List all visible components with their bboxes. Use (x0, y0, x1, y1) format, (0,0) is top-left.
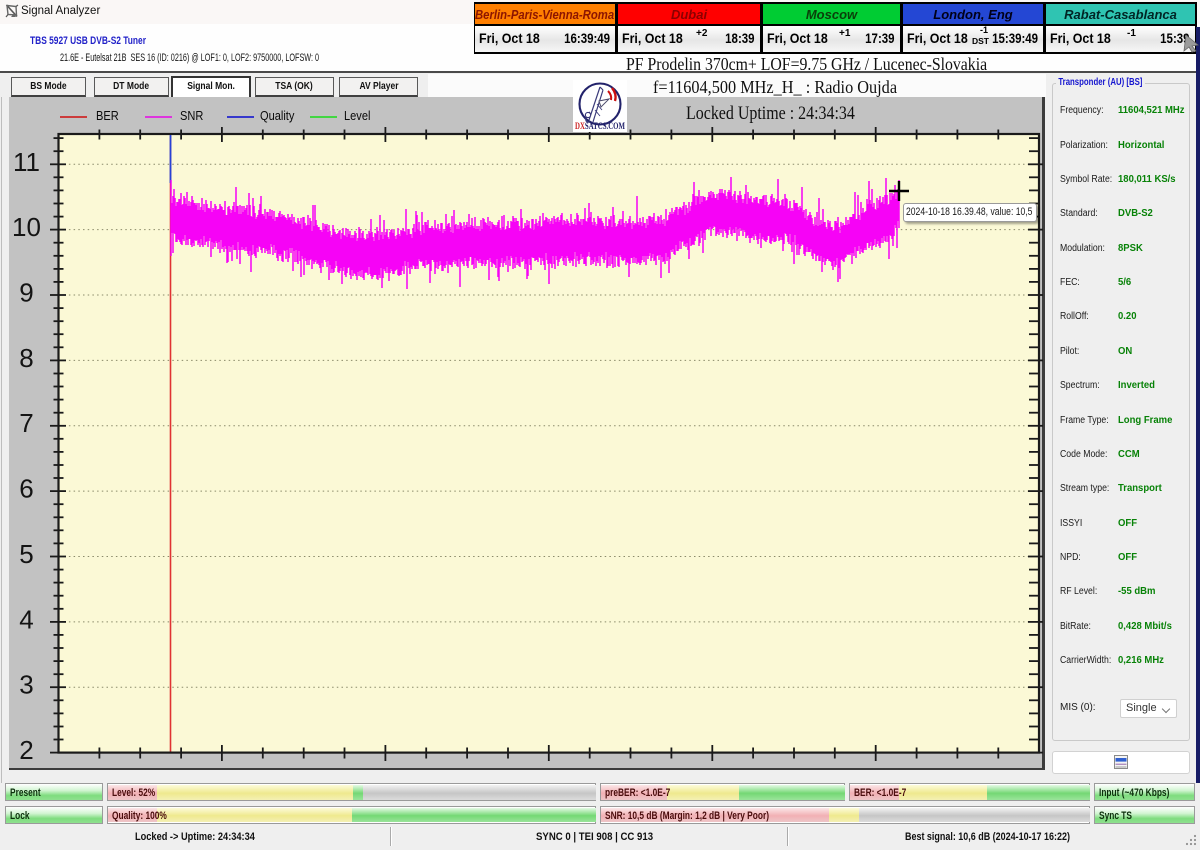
svg-text:3: 3 (19, 670, 33, 700)
svg-text:DXSATCS.COM: DXSATCS.COM (575, 122, 625, 132)
svg-text:8: 8 (19, 343, 33, 373)
svg-text:6: 6 (19, 474, 33, 504)
svg-text:10: 10 (12, 212, 41, 242)
svg-text:7: 7 (19, 408, 33, 438)
svg-text:4: 4 (19, 604, 33, 634)
svg-text:5: 5 (19, 539, 33, 569)
svg-text:2: 2 (19, 735, 33, 765)
svg-text:9: 9 (19, 278, 33, 308)
svg-text:11: 11 (13, 147, 40, 177)
